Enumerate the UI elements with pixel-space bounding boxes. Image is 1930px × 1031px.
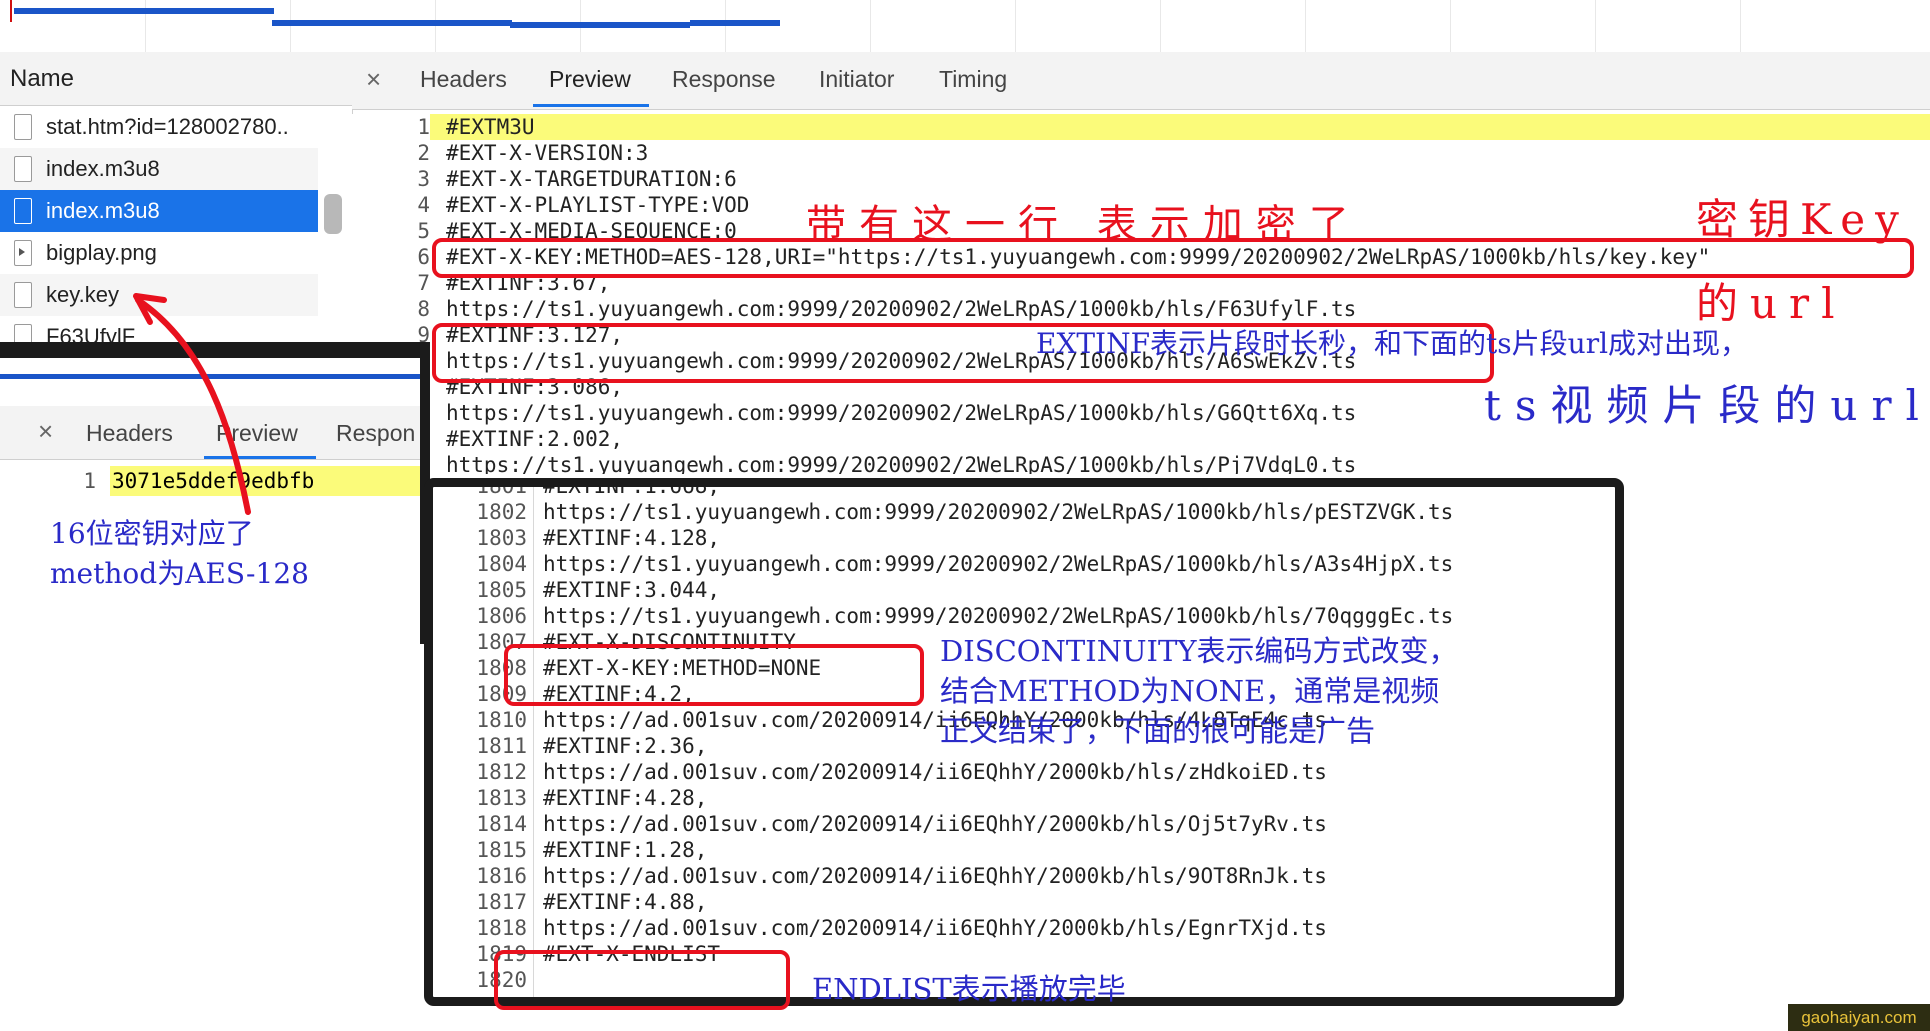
annotation-arrow: [133, 293, 251, 515]
annotation-discontinuity: 正文结束了，下面的很可能是广告: [940, 714, 1376, 748]
annotation-ts-url: ts视频片段的url: [1484, 381, 1930, 430]
annotation-encrypted: 带有这一行 表示加密了: [806, 202, 1362, 248]
annotation-discontinuity: DISCONTINUITY表示编码方式改变，: [940, 634, 1458, 668]
annotation-key16: 16位密钥对应了: [50, 517, 254, 550]
annotation-discontinuity: 结合METHOD为NONE，通常是视频: [940, 674, 1440, 708]
annotation-extinf: EXTINF表示片段时长秒，和下面的ts片段url成对出现，: [1036, 327, 1749, 360]
annotation-endlist: ENDLIST表示播放完毕: [812, 972, 1126, 1006]
annotation-key16: method为AES-128: [50, 557, 309, 590]
site-watermark: gaohaiyan.com: [1788, 1004, 1930, 1031]
annotation-key-url: 密钥Key: [1696, 195, 1909, 244]
